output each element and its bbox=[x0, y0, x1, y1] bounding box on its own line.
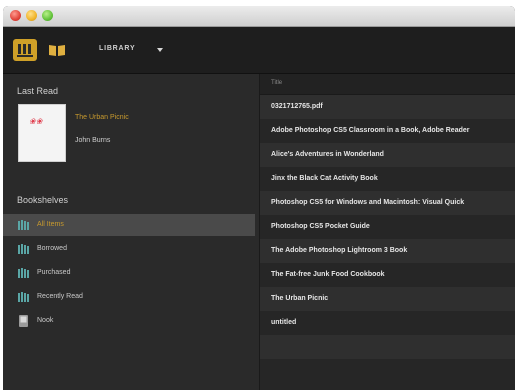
close-window-button[interactable] bbox=[10, 10, 21, 21]
book-title: Photoshop CS5 for Windows and Macintosh:… bbox=[271, 199, 465, 206]
title-column-header[interactable]: Title bbox=[260, 74, 515, 95]
shelf-item-label: Purchased bbox=[37, 269, 71, 276]
shelf-item-purchased[interactable]: Purchased bbox=[3, 262, 255, 284]
book-title: The Fat-free Junk Food Cookbook bbox=[271, 271, 385, 278]
last-read-heading: Last Read bbox=[17, 86, 59, 96]
book-title: The Adobe Photoshop Lightroom 3 Book bbox=[271, 247, 408, 254]
shelf-item-label: Recently Read bbox=[37, 293, 83, 300]
shelf-item-nook[interactable]: Nook bbox=[3, 310, 255, 332]
empty-row bbox=[260, 359, 515, 383]
book-row[interactable]: untitled bbox=[260, 311, 515, 335]
book-row[interactable]: Alice's Adventures in Wonderland bbox=[260, 143, 515, 167]
last-read-book-title[interactable]: The Urban Picnic bbox=[75, 114, 129, 121]
book-row[interactable]: Photoshop CS5 Pocket Guide bbox=[260, 215, 515, 239]
app-window: LIBRARY Last Read ❀❀ The Urban Picnic Jo… bbox=[3, 6, 515, 390]
shelf-item-all-items[interactable]: All Items bbox=[3, 214, 255, 236]
bookshelf-icon bbox=[18, 268, 29, 278]
shelf-item-label: Nook bbox=[37, 317, 54, 324]
book-row[interactable]: Photoshop CS5 for Windows and Macintosh:… bbox=[260, 191, 515, 215]
shelf-item-label: All Items bbox=[37, 221, 64, 228]
shelf-view-button[interactable] bbox=[13, 39, 37, 61]
book-row[interactable]: The Urban Picnic bbox=[260, 287, 515, 311]
library-menu-label[interactable]: LIBRARY bbox=[99, 45, 135, 52]
book-title: The Urban Picnic bbox=[271, 295, 329, 302]
title-bar bbox=[3, 6, 515, 27]
bookshelf-icon bbox=[18, 220, 29, 230]
empty-row bbox=[260, 335, 515, 359]
book-row[interactable]: Adobe Photoshop CS5 Classroom in a Book,… bbox=[260, 119, 515, 143]
bookshelf-icon bbox=[18, 244, 29, 254]
shelf-item-label: Borrowed bbox=[37, 245, 67, 252]
shelf-item-borrowed[interactable]: Borrowed bbox=[3, 238, 255, 260]
book-row[interactable]: The Fat-free Junk Food Cookbook bbox=[260, 263, 515, 287]
device-icon bbox=[19, 315, 28, 327]
book-row[interactable]: The Adobe Photoshop Lightroom 3 Book bbox=[260, 239, 515, 263]
minimize-window-button[interactable] bbox=[26, 10, 37, 21]
zoom-window-button[interactable] bbox=[42, 10, 53, 21]
toolbar: LIBRARY bbox=[3, 27, 515, 74]
book-title: 0321712765.pdf bbox=[271, 103, 323, 110]
column-header-label: Title bbox=[271, 80, 283, 86]
bookshelf-icon bbox=[18, 292, 29, 302]
reading-view-button[interactable] bbox=[45, 39, 69, 61]
last-read-book-cover[interactable]: ❀❀ bbox=[18, 104, 66, 162]
book-row[interactable]: 0321712765.pdf bbox=[260, 95, 515, 119]
open-book-icon bbox=[49, 45, 65, 56]
last-read-book-author: John Burns bbox=[75, 137, 111, 144]
book-title: Adobe Photoshop CS5 Classroom in a Book,… bbox=[271, 127, 470, 134]
shelf-item-recently-read[interactable]: Recently Read bbox=[3, 286, 255, 308]
cover-art: ❀❀ bbox=[29, 117, 43, 126]
bookshelf-grid-icon bbox=[17, 44, 33, 57]
chevron-down-icon[interactable] bbox=[157, 48, 163, 52]
book-title: Alice's Adventures in Wonderland bbox=[271, 151, 384, 158]
book-title: untitled bbox=[271, 319, 297, 326]
book-title: Photoshop CS5 Pocket Guide bbox=[271, 223, 370, 230]
book-row[interactable]: Jinx the Black Cat Activity Book bbox=[260, 167, 515, 191]
bookshelves-heading: Bookshelves bbox=[17, 195, 69, 205]
book-title: Jinx the Black Cat Activity Book bbox=[271, 175, 378, 182]
sidebar: Last Read ❀❀ The Urban Picnic John Burns… bbox=[3, 74, 260, 390]
library-list: Title 0321712765.pdf Adobe Photoshop CS5… bbox=[260, 74, 515, 390]
